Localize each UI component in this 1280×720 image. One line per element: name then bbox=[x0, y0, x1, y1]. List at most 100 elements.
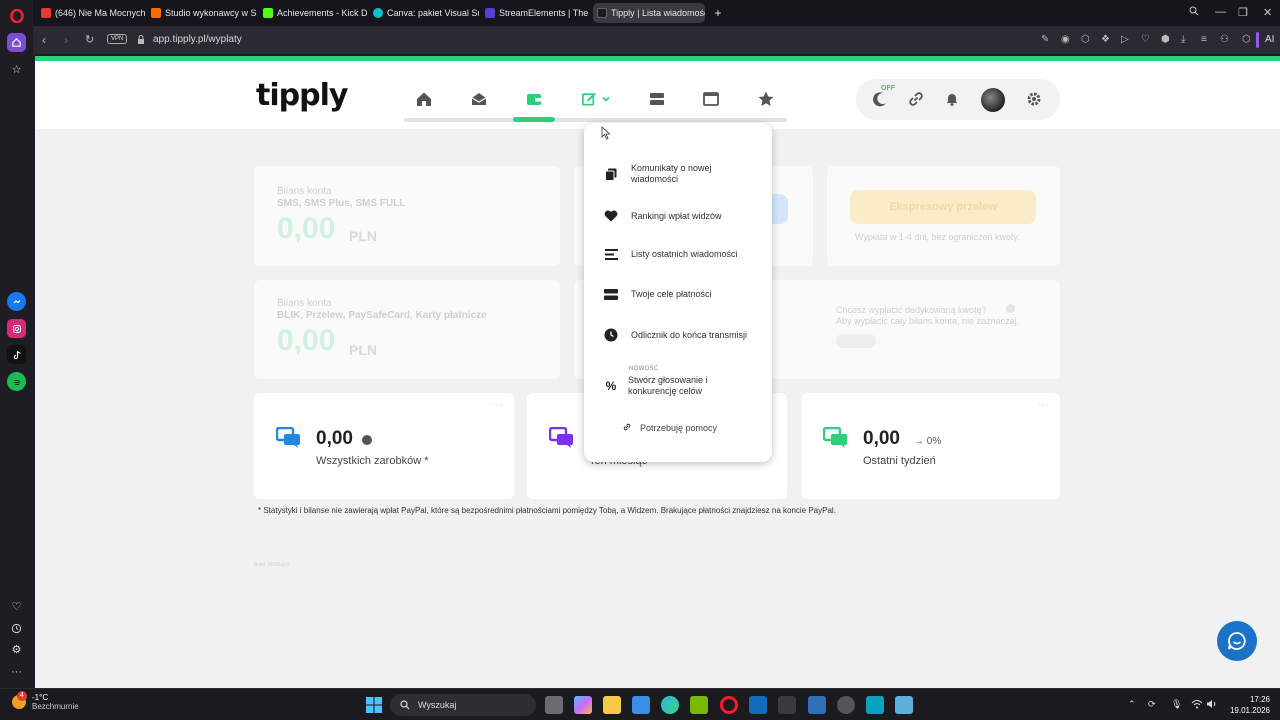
back-icon[interactable]: ‹ bbox=[42, 33, 46, 47]
menu-item-goals[interactable]: Twoje cele płatności bbox=[603, 289, 751, 300]
stat-menu[interactable]: • • • bbox=[492, 403, 502, 409]
chat-bubbles-icon bbox=[276, 427, 300, 448]
store-icon[interactable] bbox=[632, 696, 650, 714]
balance-subtitle: SMS, SMS Plus, SMS FULL bbox=[277, 198, 406, 209]
edit-url-icon[interactable]: ✎ bbox=[1041, 34, 1049, 45]
weather-badge: 4 bbox=[17, 691, 27, 701]
spotify-icon[interactable] bbox=[7, 372, 26, 391]
extension-icon[interactable]: ❖ bbox=[1101, 34, 1110, 45]
nav-favorites-icon[interactable] bbox=[755, 88, 777, 110]
tab-canva[interactable]: Canva: pakiet Visual Suite bbox=[369, 3, 479, 23]
maximize-icon[interactable]: ❐ bbox=[1238, 6, 1248, 19]
edge-icon[interactable] bbox=[661, 696, 679, 714]
nav-widgets-icon[interactable] bbox=[578, 88, 614, 110]
nvidia-icon[interactable] bbox=[690, 696, 708, 714]
menu-item-recent-messages[interactable]: Listy ostatnich wiadomości bbox=[603, 249, 751, 260]
close-icon[interactable]: ✕ bbox=[1263, 6, 1272, 19]
home-icon[interactable] bbox=[7, 33, 26, 52]
menu-item-alerts[interactable]: Komunikaty o nowej wiadomości bbox=[603, 163, 751, 185]
windows-start-icon[interactable] bbox=[366, 697, 382, 718]
express-transfer-button[interactable]: Ekspresowy przelew bbox=[850, 190, 1036, 224]
search-placeholder: Wyszukaj bbox=[418, 700, 457, 710]
instagram-icon[interactable] bbox=[7, 319, 26, 338]
reload-icon[interactable]: ↻ bbox=[85, 33, 94, 46]
vpn-badge[interactable]: VPN bbox=[107, 34, 128, 44]
custom-amount-toggle[interactable] bbox=[836, 334, 876, 348]
profile-icon[interactable]: ⚇ bbox=[1220, 34, 1229, 45]
user-avatar[interactable] bbox=[981, 88, 1005, 112]
link-icon[interactable] bbox=[906, 89, 926, 109]
camera-icon[interactable]: ◉ bbox=[1061, 34, 1070, 45]
tab-youtube[interactable]: (646) Nie Ma Mocnych Na bbox=[37, 3, 145, 23]
copilot-icon[interactable] bbox=[574, 696, 592, 714]
tipply-logo[interactable]: tipply bbox=[256, 78, 348, 113]
opera-taskbar-icon[interactable] bbox=[720, 696, 738, 714]
taskbar-search[interactable]: Wyszukaj bbox=[390, 694, 536, 716]
opera-logo-icon[interactable] bbox=[7, 6, 26, 25]
heart-icon[interactable]: ♡ bbox=[7, 597, 26, 616]
file-explorer-icon[interactable] bbox=[603, 696, 621, 714]
cube-icon[interactable]: ⬡ bbox=[1242, 34, 1251, 45]
balance-value: 0,00 bbox=[277, 212, 336, 245]
download-icon[interactable]: ⤓ bbox=[1181, 34, 1185, 45]
nav-window-icon[interactable] bbox=[700, 88, 722, 110]
minimize-icon[interactable]: — bbox=[1215, 6, 1226, 18]
stat-menu[interactable]: • • • bbox=[1038, 403, 1048, 409]
star-icon[interactable]: ☆ bbox=[7, 60, 26, 79]
messenger-icon[interactable] bbox=[7, 292, 26, 311]
build-label: Build: 9e0f9ab9 bbox=[254, 562, 289, 568]
outlook-icon[interactable] bbox=[749, 696, 767, 714]
notifications-bell-icon[interactable] bbox=[942, 89, 962, 109]
tab-tipply[interactable]: Tipply | Lista wiadomości bbox=[593, 3, 705, 23]
windows-taskbar: 4 -1°C Bezchmurnie Wyszukaj ⌃ ⟳ 🎙 17:26 … bbox=[0, 688, 1280, 720]
menu-item-voting[interactable]: % Stwórz głosowanie i konkurencję celów bbox=[603, 375, 748, 397]
tiktok-icon[interactable] bbox=[7, 345, 26, 364]
tab-soundcloud[interactable]: Studio wykonawcy w Sou bbox=[147, 3, 257, 23]
nav-wallet-icon[interactable] bbox=[523, 88, 545, 110]
new-tab-button[interactable]: + bbox=[710, 3, 726, 23]
settings-app-icon[interactable] bbox=[837, 696, 855, 714]
tab-kick[interactable]: Achievements - Kick Dash bbox=[259, 3, 367, 23]
nav-messages-icon[interactable] bbox=[468, 88, 490, 110]
play-icon[interactable]: ▷ bbox=[1121, 34, 1129, 45]
weather-widget[interactable]: 4 -1°C Bezchmurnie bbox=[12, 691, 79, 711]
stat-dot bbox=[362, 435, 372, 445]
dark-mode-toggle-icon[interactable] bbox=[870, 89, 890, 109]
system-clock[interactable]: 17:26 19.01.2026 bbox=[1226, 694, 1270, 716]
help-link[interactable]: Potrzebuję pomocy bbox=[622, 422, 717, 434]
wifi-icon[interactable] bbox=[1191, 699, 1203, 711]
lock-icon[interactable] bbox=[137, 34, 145, 48]
bookmark-heart-icon[interactable]: ♡ bbox=[1141, 34, 1150, 45]
menu-icon[interactable]: ≡ bbox=[1201, 34, 1207, 45]
heart-icon bbox=[603, 210, 619, 222]
notepad-icon[interactable] bbox=[895, 696, 913, 714]
url-field[interactable]: app.tipply.pl/wyplaty bbox=[153, 34, 242, 45]
microphone-icon[interactable]: 🎙 bbox=[1171, 699, 1182, 710]
sync-icon[interactable]: ⟳ bbox=[1148, 699, 1156, 710]
nav-goals-icon[interactable] bbox=[646, 88, 668, 110]
task-view-icon[interactable] bbox=[545, 696, 563, 714]
chevron-down-icon bbox=[602, 96, 610, 102]
nav-home-icon[interactable] bbox=[413, 88, 435, 110]
shield-app-icon[interactable] bbox=[808, 696, 826, 714]
aria-ai-button[interactable]: AI bbox=[1265, 34, 1274, 45]
adblock-icon[interactable]: ⬡ bbox=[1081, 34, 1090, 45]
tray-expand-icon[interactable]: ⌃ bbox=[1128, 699, 1136, 710]
volume-icon[interactable] bbox=[1206, 699, 1217, 711]
settings-gear-icon[interactable] bbox=[1024, 89, 1044, 109]
more-icon[interactable]: ··· bbox=[7, 662, 26, 681]
tab-streamelements[interactable]: StreamElements | The Ulti bbox=[481, 3, 591, 23]
link-icon bbox=[622, 422, 632, 434]
menu-item-countdown[interactable]: Odlicznik do końca transmisji bbox=[603, 328, 751, 342]
box-icon[interactable]: ⬢ bbox=[1161, 34, 1170, 45]
history-icon[interactable] bbox=[7, 619, 26, 638]
forward-icon[interactable]: › bbox=[64, 33, 68, 47]
search-tabs-icon[interactable] bbox=[1189, 6, 1199, 19]
menu-item-rankings[interactable]: Rankingi wpłat widzów bbox=[603, 210, 751, 222]
weather-desc: Bezchmurnie bbox=[32, 702, 79, 711]
support-chat-button[interactable] bbox=[1217, 621, 1257, 661]
remote-desktop-icon[interactable] bbox=[866, 696, 884, 714]
settings-icon[interactable]: ⚙ bbox=[7, 640, 26, 659]
app-bm-icon[interactable] bbox=[778, 696, 796, 714]
express-note: Wypłata w 1-4 dni, bez ograniczeń kwoty. bbox=[855, 232, 1020, 242]
